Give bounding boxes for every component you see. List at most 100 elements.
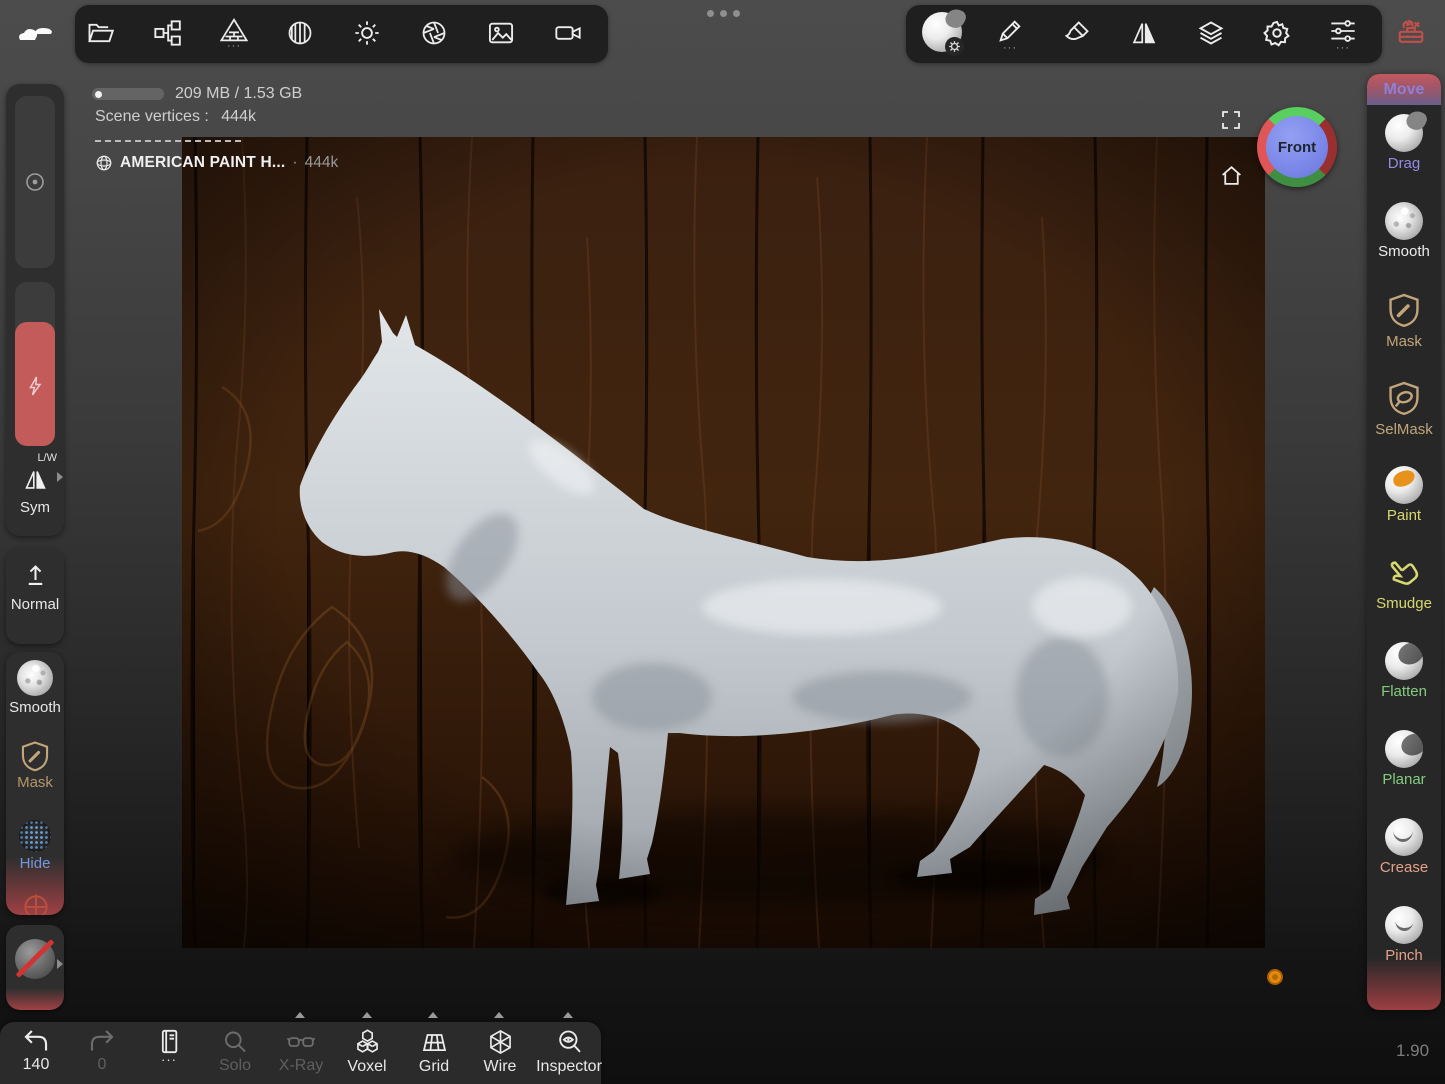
radius-icon: [23, 170, 47, 194]
undo-icon: [6, 1028, 66, 1054]
zoom-level: 1.90: [1396, 1041, 1429, 1061]
smooth-ball-icon: [17, 660, 53, 696]
view-orientation-gizmo[interactable]: Front: [1257, 107, 1337, 187]
grid-button[interactable]: Grid: [404, 1028, 464, 1076]
pivot-point-icon[interactable]: [1267, 969, 1283, 985]
postprocess-icon[interactable]: [420, 19, 448, 47]
tool-mask[interactable]: Mask: [1367, 290, 1441, 350]
symmetry-icon[interactable]: [1130, 19, 1158, 47]
grid-options-caret-icon[interactable]: [428, 1012, 438, 1018]
interface-item[interactable]: ···: [1329, 17, 1357, 51]
nomad-logo[interactable]: [16, 20, 54, 46]
falloff-panel: Normal: [6, 548, 64, 644]
quick-mask-tool[interactable]: Mask: [6, 738, 64, 791]
tool-paint[interactable]: Paint: [1367, 466, 1441, 524]
tool-smooth[interactable]: Smooth: [1367, 202, 1441, 260]
xray-options-caret-icon[interactable]: [295, 1012, 305, 1018]
solo-button[interactable]: Solo: [205, 1028, 265, 1075]
lighting-icon[interactable]: [353, 19, 381, 47]
material-quick-panel: [6, 925, 64, 1010]
left-scroll-fade: [6, 857, 64, 915]
voxel-options-caret-icon[interactable]: [362, 1012, 372, 1018]
redo-count: 0: [72, 1056, 132, 1074]
matcap-gear-badge-icon: [945, 37, 964, 56]
tool-pinch[interactable]: Pinch: [1367, 906, 1441, 964]
redo-button[interactable]: 0: [72, 1028, 132, 1074]
tool-drag[interactable]: Drag: [1367, 114, 1441, 172]
painting-brush-icon[interactable]: [1063, 19, 1091, 47]
fullscreen-icon[interactable]: [1219, 108, 1243, 132]
camera-icon[interactable]: [554, 19, 582, 47]
material-expand-arrow-icon[interactable]: [57, 959, 63, 969]
tool-smudge[interactable]: Smudge: [1367, 554, 1441, 612]
radius-slider[interactable]: [15, 96, 55, 268]
xray-glasses-icon: [271, 1028, 331, 1055]
sym-expand-arrow-icon[interactable]: [57, 472, 63, 482]
normal-label: Normal: [6, 596, 64, 613]
tool-crease[interactable]: Crease: [1367, 818, 1441, 876]
pinch-tool-icon: [1385, 906, 1423, 944]
tool-flatten[interactable]: Flatten: [1367, 642, 1441, 700]
xray-button[interactable]: X-Ray: [271, 1028, 331, 1075]
tool-planar-label: Planar: [1367, 771, 1441, 788]
grid-label: Grid: [404, 1058, 464, 1076]
quick-smooth-tool[interactable]: Smooth: [6, 660, 64, 716]
drag-tool-icon: [1385, 114, 1423, 152]
wire-options-caret-icon[interactable]: [494, 1012, 504, 1018]
topology-more-dots: ···: [219, 43, 249, 49]
scene-object-row[interactable]: AMERICAN PAINT H... · 444k: [95, 154, 338, 172]
stroke-item[interactable]: ···: [996, 17, 1024, 51]
inspector-options-caret-icon[interactable]: [563, 1012, 573, 1018]
intensity-lightning-icon: [23, 374, 47, 398]
stroke-settings-panel: L/W Sym: [6, 84, 64, 536]
flatten-tool-icon: [1385, 642, 1423, 680]
history-button[interactable]: ···: [139, 1028, 199, 1063]
voxel-button[interactable]: Voxel: [337, 1028, 397, 1076]
solo-label: Solo: [205, 1057, 265, 1075]
sculpt-viewport[interactable]: [182, 137, 1265, 948]
quick-tools-panel: Smooth Mask Hide: [6, 652, 64, 915]
toolbox-icon[interactable]: [1396, 18, 1426, 48]
settings-gear-icon[interactable]: [1263, 19, 1291, 47]
undo-button[interactable]: 140: [6, 1028, 66, 1074]
mask-tool-shield-icon: [1367, 290, 1441, 330]
home-view-icon[interactable]: [1219, 163, 1244, 188]
quick-mask-label: Mask: [6, 774, 64, 791]
wood-background-and-model: [182, 137, 1265, 948]
material-icon[interactable]: [286, 19, 314, 47]
current-tool-header[interactable]: Move: [1367, 74, 1441, 105]
selmask-tool-shield-icon: [1367, 378, 1441, 418]
tool-planar[interactable]: Planar: [1367, 730, 1441, 788]
files-icon[interactable]: [86, 19, 114, 47]
right-scroll-fade: [1367, 958, 1441, 1010]
current-tool-matcap[interactable]: [920, 12, 964, 56]
layers-icon[interactable]: [1197, 19, 1225, 47]
mesh-globe-icon: [95, 154, 113, 172]
multitask-handle[interactable]: [707, 10, 740, 17]
gizmo-front-face[interactable]: Front: [1266, 116, 1328, 178]
background-image-icon[interactable]: [487, 19, 515, 47]
scene-vertices-row: Scene vertices : 444k: [95, 108, 256, 126]
topology-item[interactable]: ···: [219, 17, 249, 49]
history-more-dots: ···: [139, 1057, 199, 1063]
nomad-sculpt-app: { "status": { "memory": "209 MB / 1.53 G…: [0, 0, 1445, 1084]
sym-icon[interactable]: [22, 466, 49, 493]
grid-icon: [404, 1028, 464, 1056]
intensity-slider[interactable]: [15, 282, 55, 446]
inspector-button[interactable]: Inspector: [532, 1028, 606, 1076]
tool-selmask[interactable]: SelMask: [1367, 378, 1441, 438]
memory-usage-dot: [95, 91, 102, 98]
scene-graph-icon[interactable]: [153, 19, 181, 47]
tool-paint-label: Paint: [1367, 507, 1441, 524]
tool-selmask-label: SelMask: [1367, 421, 1441, 438]
normal-arrow-icon[interactable]: [22, 562, 49, 589]
no-material-item[interactable]: [15, 939, 55, 979]
voxel-cubes-icon: [337, 1028, 397, 1056]
inspector-eye-icon: [532, 1028, 606, 1056]
redo-icon: [72, 1028, 132, 1054]
mask-shield-icon: [6, 738, 64, 774]
wire-button[interactable]: Wire: [470, 1028, 530, 1076]
memory-usage-text: 209 MB / 1.53 GB: [175, 85, 302, 103]
interface-sliders-icon: [1329, 17, 1357, 45]
sym-label: Sym: [6, 499, 64, 516]
